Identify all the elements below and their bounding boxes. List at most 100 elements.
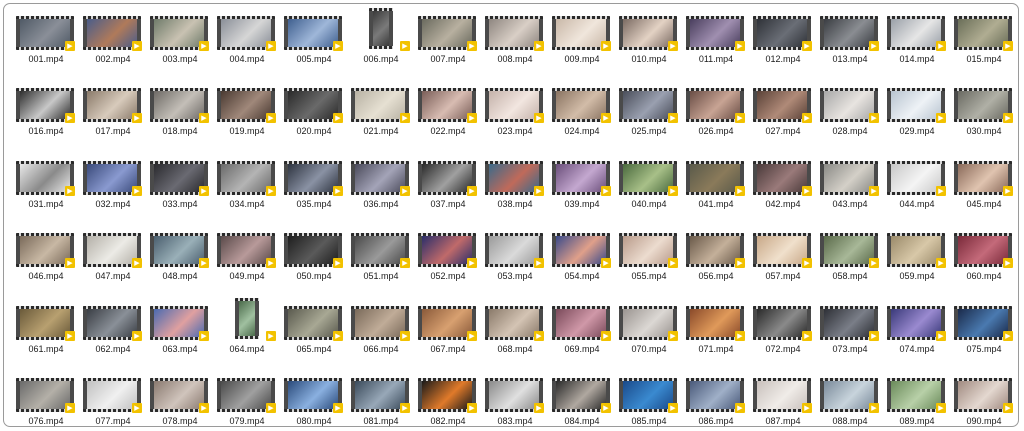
file-item[interactable]: ▶ 046.mp4: [14, 231, 81, 303]
file-item[interactable]: ▶ 035.mp4: [282, 159, 349, 231]
video-frame: [623, 308, 673, 337]
file-item[interactable]: ▶ 014.mp4: [885, 14, 952, 86]
file-item[interactable]: ▶ 036.mp4: [349, 159, 416, 231]
file-item[interactable]: ▶ 015.mp4: [952, 14, 1018, 86]
file-item[interactable]: ▶ 004.mp4: [215, 14, 282, 86]
file-name: 006.mp4: [363, 54, 399, 64]
file-item[interactable]: ▶ 083.mp4: [483, 376, 550, 426]
file-item[interactable]: ▶ 016.mp4: [14, 86, 81, 158]
file-item[interactable]: ▶ 048.mp4: [148, 231, 215, 303]
file-item[interactable]: ▶ 005.mp4: [282, 14, 349, 86]
file-item[interactable]: ▶ 052.mp4: [416, 231, 483, 303]
file-item[interactable]: ▶ 080.mp4: [282, 376, 349, 426]
file-item[interactable]: ▶ 075.mp4: [952, 304, 1018, 376]
file-item[interactable]: ▶ 058.mp4: [818, 231, 885, 303]
file-item[interactable]: ▶ 022.mp4: [416, 86, 483, 158]
file-item[interactable]: ▶ 055.mp4: [617, 231, 684, 303]
file-item[interactable]: ▶ 045.mp4: [952, 159, 1018, 231]
file-item[interactable]: ▶ 040.mp4: [617, 159, 684, 231]
file-item[interactable]: ▶ 078.mp4: [148, 376, 215, 426]
file-name: 026.mp4: [698, 126, 734, 137]
file-item[interactable]: ▶ 050.mp4: [282, 231, 349, 303]
file-item[interactable]: ▶ 074.mp4: [885, 304, 952, 376]
file-item[interactable]: ▶ 090.mp4: [952, 376, 1018, 426]
file-item[interactable]: ▶ 007.mp4: [416, 14, 483, 86]
file-item[interactable]: ▶ 019.mp4: [215, 86, 282, 158]
file-item[interactable]: ▶ 031.mp4: [14, 159, 81, 231]
file-item[interactable]: ▶ 085.mp4: [617, 376, 684, 426]
file-item[interactable]: ▶ 070.mp4: [617, 304, 684, 376]
file-item[interactable]: ▶ 079.mp4: [215, 376, 282, 426]
file-item[interactable]: ▶ 054.mp4: [550, 231, 617, 303]
video-file-icon: ▶: [333, 330, 343, 341]
file-item[interactable]: ▶ 063.mp4: [148, 304, 215, 376]
file-item[interactable]: ▶ 081.mp4: [349, 376, 416, 426]
file-item[interactable]: ▶ 038.mp4: [483, 159, 550, 231]
file-item[interactable]: ▶ 087.mp4: [751, 376, 818, 426]
file-item[interactable]: ▶ 025.mp4: [617, 86, 684, 158]
file-item[interactable]: ▶ 023.mp4: [483, 86, 550, 158]
file-item[interactable]: ▶ 056.mp4: [684, 231, 751, 303]
film-strip-top: [16, 88, 74, 92]
file-item[interactable]: ▶ 003.mp4: [148, 14, 215, 86]
file-item[interactable]: ▶ 086.mp4: [684, 376, 751, 426]
file-item[interactable]: ▶ 071.mp4: [684, 304, 751, 376]
file-item[interactable]: ▶ 073.mp4: [818, 304, 885, 376]
file-item[interactable]: ▶ 032.mp4: [81, 159, 148, 231]
file-item[interactable]: ▶ 024.mp4: [550, 86, 617, 158]
file-item[interactable]: ▶ 065.mp4: [282, 304, 349, 376]
file-item[interactable]: ▶ 027.mp4: [751, 86, 818, 158]
file-item[interactable]: ▶ 057.mp4: [751, 231, 818, 303]
video-frame: [623, 91, 673, 120]
file-item[interactable]: ▶ 088.mp4: [818, 376, 885, 426]
file-item[interactable]: ▶ 076.mp4: [14, 376, 81, 426]
file-item[interactable]: ▶ 064.mp4: [215, 297, 282, 376]
file-item[interactable]: ▶ 084.mp4: [550, 376, 617, 426]
file-item[interactable]: ▶ 089.mp4: [885, 376, 952, 426]
file-item[interactable]: ▶ 068.mp4: [483, 304, 550, 376]
file-item[interactable]: ▶ 006.mp4: [349, 8, 416, 86]
file-item[interactable]: ▶ 069.mp4: [550, 304, 617, 376]
file-item[interactable]: ▶ 043.mp4: [818, 159, 885, 231]
file-item[interactable]: ▶ 051.mp4: [349, 231, 416, 303]
file-item[interactable]: ▶ 012.mp4: [751, 14, 818, 86]
file-item[interactable]: ▶ 021.mp4: [349, 86, 416, 158]
video-frame: [422, 91, 472, 120]
file-item[interactable]: ▶ 082.mp4: [416, 376, 483, 426]
file-item[interactable]: ▶ 037.mp4: [416, 159, 483, 231]
file-item[interactable]: ▶ 041.mp4: [684, 159, 751, 231]
file-item[interactable]: ▶ 039.mp4: [550, 159, 617, 231]
file-item[interactable]: ▶ 029.mp4: [885, 86, 952, 158]
file-item[interactable]: ▶ 009.mp4: [550, 14, 617, 86]
file-item[interactable]: ▶ 049.mp4: [215, 231, 282, 303]
file-item[interactable]: ▶ 060.mp4: [952, 231, 1018, 303]
file-item[interactable]: ▶ 011.mp4: [684, 14, 751, 86]
file-item[interactable]: ▶ 053.mp4: [483, 231, 550, 303]
file-item[interactable]: ▶ 044.mp4: [885, 159, 952, 231]
file-item[interactable]: ▶ 030.mp4: [952, 86, 1018, 158]
file-item[interactable]: ▶ 002.mp4: [81, 14, 148, 86]
file-name: 013.mp4: [832, 54, 868, 64]
file-item[interactable]: ▶ 018.mp4: [148, 86, 215, 158]
file-item[interactable]: ▶ 034.mp4: [215, 159, 282, 231]
file-item[interactable]: ▶ 072.mp4: [751, 304, 818, 376]
film-strip-top: [753, 305, 811, 309]
file-item[interactable]: ▶ 001.mp4: [14, 14, 81, 86]
file-item[interactable]: ▶ 042.mp4: [751, 159, 818, 231]
file-item[interactable]: ▶ 028.mp4: [818, 86, 885, 158]
file-item[interactable]: ▶ 013.mp4: [818, 14, 885, 86]
file-item[interactable]: ▶ 066.mp4: [349, 304, 416, 376]
file-name: 011.mp4: [698, 54, 734, 64]
file-item[interactable]: ▶ 077.mp4: [81, 376, 148, 426]
file-item[interactable]: ▶ 033.mp4: [148, 159, 215, 231]
file-item[interactable]: ▶ 059.mp4: [885, 231, 952, 303]
file-item[interactable]: ▶ 061.mp4: [14, 304, 81, 376]
file-item[interactable]: ▶ 010.mp4: [617, 14, 684, 86]
file-item[interactable]: ▶ 067.mp4: [416, 304, 483, 376]
file-item[interactable]: ▶ 008.mp4: [483, 14, 550, 86]
file-item[interactable]: ▶ 026.mp4: [684, 86, 751, 158]
file-item[interactable]: ▶ 062.mp4: [81, 304, 148, 376]
file-item[interactable]: ▶ 047.mp4: [81, 231, 148, 303]
file-item[interactable]: ▶ 020.mp4: [282, 86, 349, 158]
file-item[interactable]: ▶ 017.mp4: [81, 86, 148, 158]
